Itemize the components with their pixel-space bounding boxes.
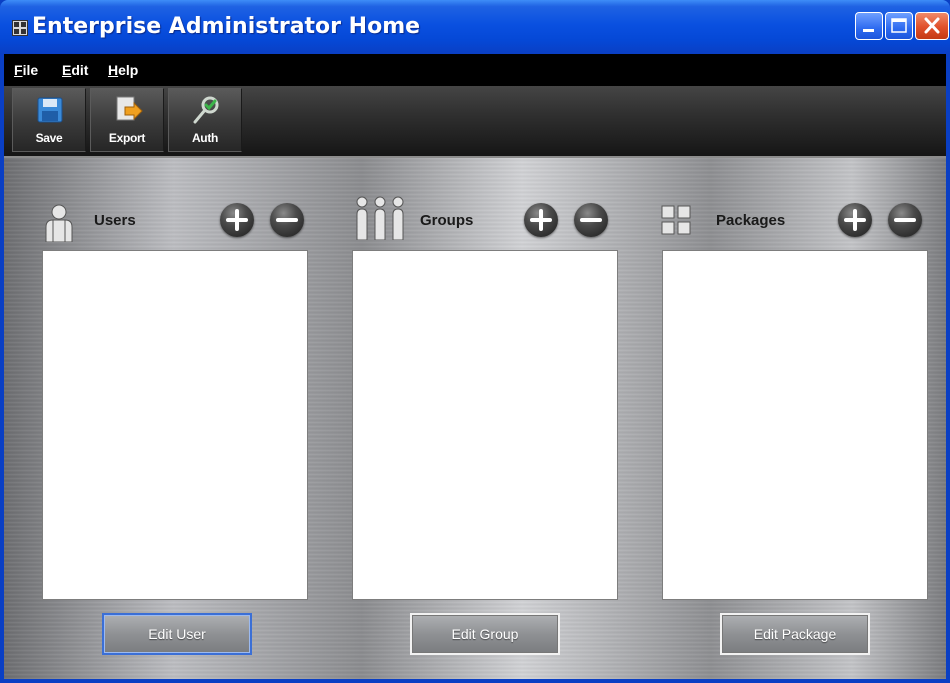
group-icon [352,194,408,245]
users-header: Users [42,198,312,248]
packages-title: Packages [716,212,786,229]
toolbar: Save Export Auth [4,86,946,158]
export-button[interactable]: Export [90,88,164,152]
menu-file[interactable]: File [14,62,38,78]
minus-icon [894,218,916,222]
export-label: Export [108,131,146,145]
auth-label: Auth [191,131,219,145]
app-window: Enterprise Administrator Home File Edit [0,0,950,683]
app-icon [12,20,28,36]
minimize-icon [863,29,874,32]
add-package-button[interactable] [838,203,872,237]
save-label: Save [35,131,63,145]
groups-title: Groups [420,212,474,229]
close-icon [924,17,940,34]
add-user-button[interactable] [220,203,254,237]
menu-edit[interactable]: Edit [62,62,88,78]
minus-icon [276,218,298,222]
menu-help-rest: elp [118,62,139,78]
minimize-button[interactable] [855,12,883,40]
groups-list[interactable] [352,250,618,600]
maximize-icon [891,18,907,33]
maximize-button[interactable] [885,12,913,40]
plus-icon [844,209,866,231]
packages-header: Packages [660,198,936,248]
menu-file-accel: F [14,62,23,78]
menu-edit-rest: dit [71,62,89,78]
remove-user-button[interactable] [270,203,304,237]
save-button[interactable]: Save [12,88,86,152]
packages-list[interactable] [662,250,928,600]
menu-edit-accel: E [62,62,72,78]
plus-icon [226,209,248,231]
remove-group-button[interactable] [574,203,608,237]
edit-package-button[interactable]: Edit Package [720,613,870,655]
menu-bar: File Edit Help [4,54,946,86]
add-group-button[interactable] [524,203,558,237]
auth-key-icon [191,95,221,125]
edit-user-button[interactable]: Edit User [102,613,252,655]
window-title: Enterprise Administrator Home [32,14,421,39]
close-button[interactable] [915,12,949,40]
auth-button[interactable]: Auth [168,88,242,152]
package-icon [660,204,692,241]
users-title: Users [94,212,136,229]
users-list[interactable] [42,250,308,600]
remove-package-button[interactable] [888,203,922,237]
export-icon [113,95,143,125]
user-icon [42,202,76,247]
minus-icon [580,218,602,222]
menu-help[interactable]: Help [108,62,138,78]
save-icon [35,95,65,125]
main-panel: Users Edit User Groups Edit Group Packag… [4,158,946,679]
groups-header: Groups [352,194,622,244]
menu-file-rest: ile [22,62,39,78]
title-bar[interactable]: Enterprise Administrator Home [0,0,950,54]
edit-group-button[interactable]: Edit Group [410,613,560,655]
menu-help-accel: H [108,62,119,78]
plus-icon [530,209,552,231]
